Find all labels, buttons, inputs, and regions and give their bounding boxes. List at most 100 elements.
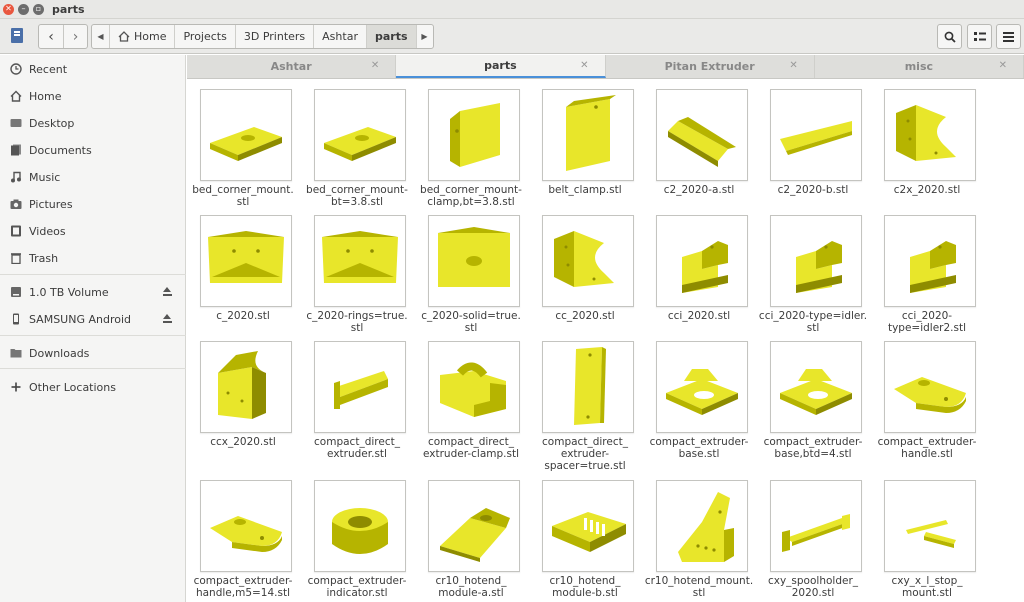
sidebar-item-volume[interactable]: 1.0 TB Volume <box>0 281 186 303</box>
stl-model-icon <box>782 514 850 552</box>
file-item[interactable]: c2_2020-a.stl <box>642 89 756 196</box>
sidebar-item-other-locations[interactable]: Other Locations <box>0 376 186 398</box>
file-name: bed_corner_mount- bt=3.8.stl <box>306 184 408 208</box>
file-item[interactable]: compact_extruder- base,btd=4.stl <box>756 341 870 460</box>
back-button[interactable]: ‹ <box>39 25 63 48</box>
file-item[interactable]: bed_corner_mount- bt=3.8.stl <box>300 89 414 208</box>
file-item[interactable]: belt_clamp.stl <box>528 89 642 196</box>
sidebar-item-samsung-android[interactable]: SAMSUNG Android <box>0 308 186 330</box>
file-item[interactable]: compact_extruder- indicator.stl <box>300 480 414 599</box>
file-item[interactable]: cr10_hotend_mount. stl <box>642 480 756 599</box>
file-thumbnail <box>314 480 406 572</box>
breadcrumb-parts[interactable]: parts <box>365 25 416 48</box>
sidebar-item-label: Pictures <box>29 197 73 211</box>
file-item[interactable]: compact_direct_ extruder.stl <box>300 341 414 460</box>
stl-model-icon <box>896 105 956 161</box>
breadcrumb-scroll-left[interactable]: ◀ <box>92 25 109 48</box>
file-item[interactable]: cxy_x_l_stop_ mount.stl <box>870 480 984 599</box>
sidebar-item-videos[interactable]: Videos <box>0 220 186 242</box>
menu-button[interactable] <box>996 24 1021 49</box>
sidebar-toggle-button[interactable] <box>9 28 25 44</box>
file-item[interactable]: c_2020-rings=true. stl <box>300 215 414 334</box>
stl-model-icon <box>796 241 842 293</box>
triangle-right-icon: ▶ <box>421 32 428 41</box>
breadcrumb-scroll-right[interactable]: ▶ <box>415 25 433 48</box>
eject-icon[interactable] <box>163 287 172 296</box>
sidebar-item-desktop[interactable]: Desktop <box>0 112 186 134</box>
close-tab-icon[interactable]: ✕ <box>999 60 1007 71</box>
breadcrumb-home[interactable]: Home <box>109 25 174 48</box>
file-thumbnail <box>884 341 976 433</box>
file-item[interactable]: cr10_hotend_ module-a.stl <box>414 480 528 599</box>
minimize-window-button[interactable]: – <box>18 3 29 15</box>
stl-model-icon <box>324 127 396 161</box>
file-item[interactable]: c2_2020-b.stl <box>756 89 870 196</box>
file-name: compact_extruder- base,btd=4.stl <box>763 436 863 460</box>
view-list-button[interactable] <box>967 24 992 49</box>
tab-misc[interactable]: misc ✕ <box>815 55 1024 78</box>
file-item[interactable]: cr10_hotend_ module-b.stl <box>528 480 642 599</box>
file-item[interactable]: bed_corner_mount- clamp,bt=3.8.stl <box>414 89 528 208</box>
tab-ashtar[interactable]: Ashtar ✕ <box>187 55 397 78</box>
close-window-button[interactable]: ✕ <box>3 3 14 15</box>
file-item[interactable]: cxy_spoolholder_ 2020.stl <box>756 480 870 599</box>
breadcrumb-projects[interactable]: Projects <box>174 25 234 48</box>
sidebar-item-pictures[interactable]: Pictures <box>0 193 186 215</box>
stl-model-icon <box>210 127 282 161</box>
close-tab-icon[interactable]: ✕ <box>371 60 379 71</box>
file-thumbnail <box>428 480 520 572</box>
close-tab-icon[interactable]: ✕ <box>580 60 588 71</box>
sidebar-item-recent[interactable]: Recent <box>0 58 186 80</box>
tab-parts[interactable]: parts ✕ <box>396 55 606 78</box>
file-item[interactable]: compact_direct_ extruder- spacer=true.st… <box>528 341 642 472</box>
file-thumbnail <box>656 480 748 572</box>
file-name: cxy_x_l_stop_ mount.stl <box>891 575 963 599</box>
stl-model-icon <box>566 95 616 171</box>
history-buttons: ‹ › <box>38 24 88 49</box>
breadcrumb-3d-printers[interactable]: 3D Printers <box>234 25 313 48</box>
file-thumbnail <box>770 480 862 572</box>
sidebar-item-label: Desktop <box>29 116 75 130</box>
tab-label: Pitan Extruder <box>664 60 755 73</box>
file-item[interactable]: compact_extruder- base.stl <box>642 341 756 460</box>
search-button[interactable] <box>937 24 962 49</box>
tab-bar: Ashtar ✕ parts ✕ Pitan Extruder ✕ misc ✕ <box>187 55 1024 79</box>
close-tab-icon[interactable]: ✕ <box>789 60 797 71</box>
breadcrumb-label: Projects <box>183 30 227 43</box>
sidebar-item-music[interactable]: Music <box>0 166 186 188</box>
triangle-left-icon: ◀ <box>97 32 104 41</box>
file-item[interactable]: c_2020-solid=true. stl <box>414 215 528 334</box>
breadcrumb-label: 3D Printers <box>243 30 306 43</box>
sidebar-item-label: Downloads <box>29 346 90 360</box>
eject-icon[interactable] <box>163 314 172 323</box>
stl-model-icon <box>552 512 626 552</box>
stl-model-icon <box>668 117 736 167</box>
file-item[interactable]: cci_2020- type=idler2.stl <box>870 215 984 334</box>
file-name: compact_direct_ extruder.stl <box>314 436 400 460</box>
file-thumbnail <box>542 480 634 572</box>
file-thumbnail <box>656 341 748 433</box>
file-item[interactable]: cc_2020.stl <box>528 215 642 322</box>
sidebar-item-trash[interactable]: Trash <box>0 247 186 269</box>
sidebar-item-label: Videos <box>29 224 66 238</box>
file-item[interactable]: c2x_2020.stl <box>870 89 984 196</box>
stl-model-icon <box>574 347 606 425</box>
file-item[interactable]: cci_2020.stl <box>642 215 756 322</box>
tab-pitan-extruder[interactable]: Pitan Extruder ✕ <box>606 55 815 78</box>
maximize-window-button[interactable]: ▫ <box>33 3 44 15</box>
sidebar-item-documents[interactable]: Documents <box>0 139 186 161</box>
breadcrumb-ashtar[interactable]: Ashtar <box>313 25 366 48</box>
forward-button[interactable]: › <box>63 25 87 48</box>
trash-icon <box>11 253 21 264</box>
sidebar-item-downloads[interactable]: Downloads <box>0 342 186 364</box>
file-item[interactable]: c_2020.stl <box>187 215 300 322</box>
stl-model-icon <box>438 227 510 287</box>
file-item[interactable]: compact_direct_ extruder-clamp.stl <box>414 341 528 460</box>
file-item[interactable]: bed_corner_mount. stl <box>187 89 300 208</box>
file-item[interactable]: compact_extruder- handle.stl <box>870 341 984 460</box>
file-item[interactable]: cci_2020-type=idler. stl <box>756 215 870 334</box>
file-item[interactable]: ccx_2020.stl <box>187 341 300 448</box>
sidebar-item-home[interactable]: Home <box>0 85 186 107</box>
file-item[interactable]: compact_extruder- handle,m5=14.stl <box>187 480 300 599</box>
file-thumbnail <box>884 89 976 181</box>
